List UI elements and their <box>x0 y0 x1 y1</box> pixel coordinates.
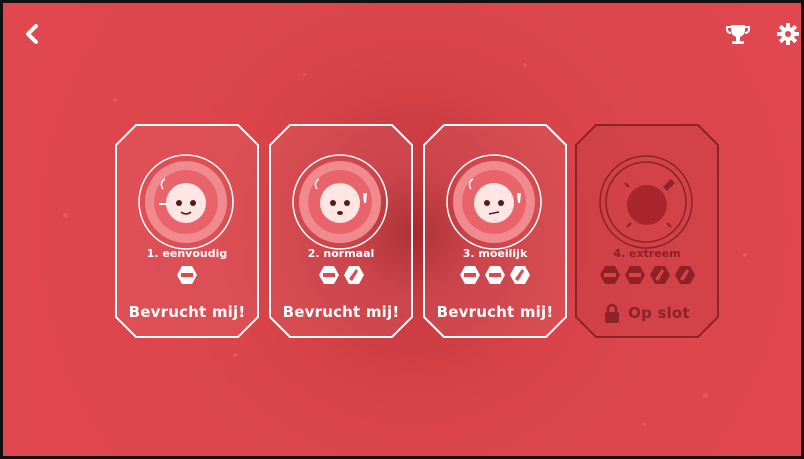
cigarette-icon <box>599 266 620 284</box>
particle <box>743 253 747 257</box>
particle <box>233 353 237 357</box>
achievements-button[interactable] <box>725 21 751 47</box>
cigarette-icon <box>318 266 339 284</box>
level-card-3[interactable]: 3. moeilijk Bevrucht mij! <box>422 123 568 339</box>
level-label: 2. normaal <box>307 247 375 260</box>
level-action: Bevrucht mij! <box>282 303 400 321</box>
level-action: Bevrucht mij! <box>128 303 246 321</box>
level-label: 4. extreem <box>613 247 681 260</box>
bottle-icon <box>343 266 364 284</box>
game-screen: 1. eenvoudig Bevrucht mij! 2. normaal Be… <box>3 3 801 456</box>
baby-face-icon <box>446 154 542 250</box>
lock-icon <box>605 303 620 323</box>
cigarette-icon <box>624 266 645 284</box>
trophy-icon <box>726 25 750 44</box>
particle <box>703 393 708 398</box>
bottle-icon <box>510 266 530 284</box>
bomb-icon <box>599 155 693 249</box>
level-card-1[interactable]: 1. eenvoudig Bevrucht mij! <box>114 123 260 339</box>
chevron-left-icon <box>26 24 38 44</box>
level-action: Bevrucht mij! <box>436 303 554 321</box>
cigarette-icon <box>460 266 480 284</box>
baby-face-icon <box>292 154 388 250</box>
gear-icon <box>777 23 799 45</box>
difficulty-icons <box>114 265 260 285</box>
baby-face-icon <box>138 154 234 250</box>
back-button[interactable] <box>19 21 45 47</box>
difficulty-icons <box>268 265 414 285</box>
bottle-icon <box>649 266 670 284</box>
particle <box>643 423 646 426</box>
level-card-4: 4. extreem Op slot <box>574 123 720 339</box>
cigarette-icon <box>177 266 197 284</box>
particle <box>303 73 306 76</box>
level-label: 3. moeilijk <box>462 247 528 260</box>
difficulty-icons <box>422 265 568 285</box>
level-card-2[interactable]: 2. normaal Bevrucht mij! <box>268 123 414 339</box>
level-label: 1. eenvoudig <box>146 247 228 260</box>
settings-button[interactable] <box>775 21 801 47</box>
difficulty-icons <box>574 265 720 285</box>
cigarette-icon <box>485 266 505 284</box>
bottle-icon <box>674 266 695 284</box>
particle <box>523 63 527 67</box>
particle <box>63 213 68 218</box>
locked-status: Op slot <box>574 303 720 323</box>
locked-label: Op slot <box>628 304 690 322</box>
particle <box>113 98 117 102</box>
